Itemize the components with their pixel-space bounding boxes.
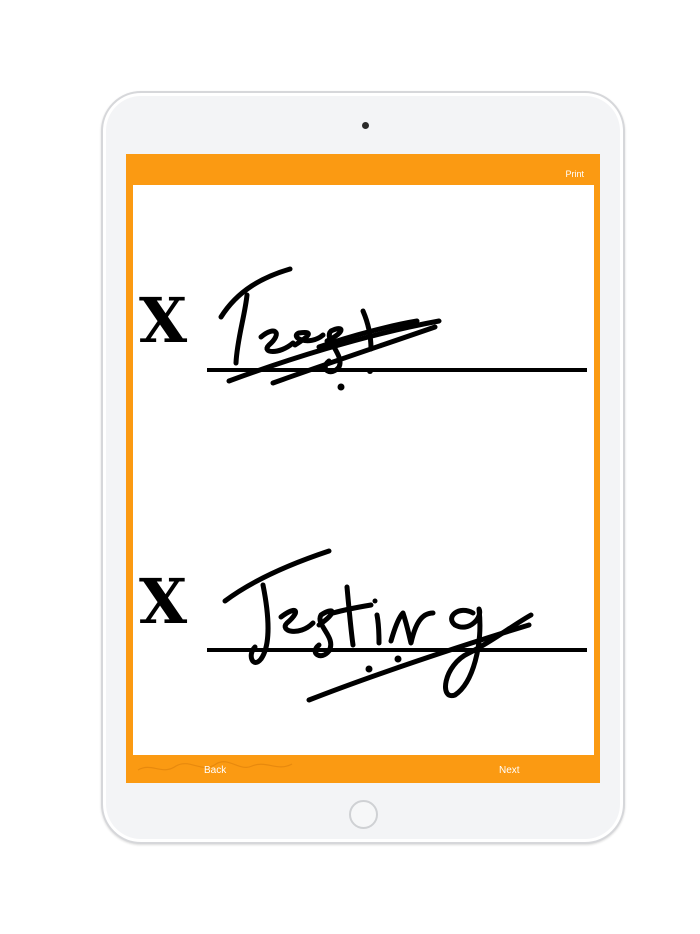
- home-button[interactable]: [349, 800, 378, 829]
- handwritten-signature-2: [222, 548, 534, 703]
- bottom-bar: Back Next: [126, 755, 600, 783]
- next-button[interactable]: Next: [499, 765, 520, 776]
- signature-canvas[interactable]: X X: [133, 185, 594, 755]
- top-bar: Print: [126, 154, 600, 185]
- back-button[interactable]: Back: [204, 765, 226, 776]
- print-button[interactable]: Print: [565, 169, 584, 179]
- camera-icon: [362, 122, 369, 129]
- app-screen: Print X X Back Next: [126, 154, 600, 783]
